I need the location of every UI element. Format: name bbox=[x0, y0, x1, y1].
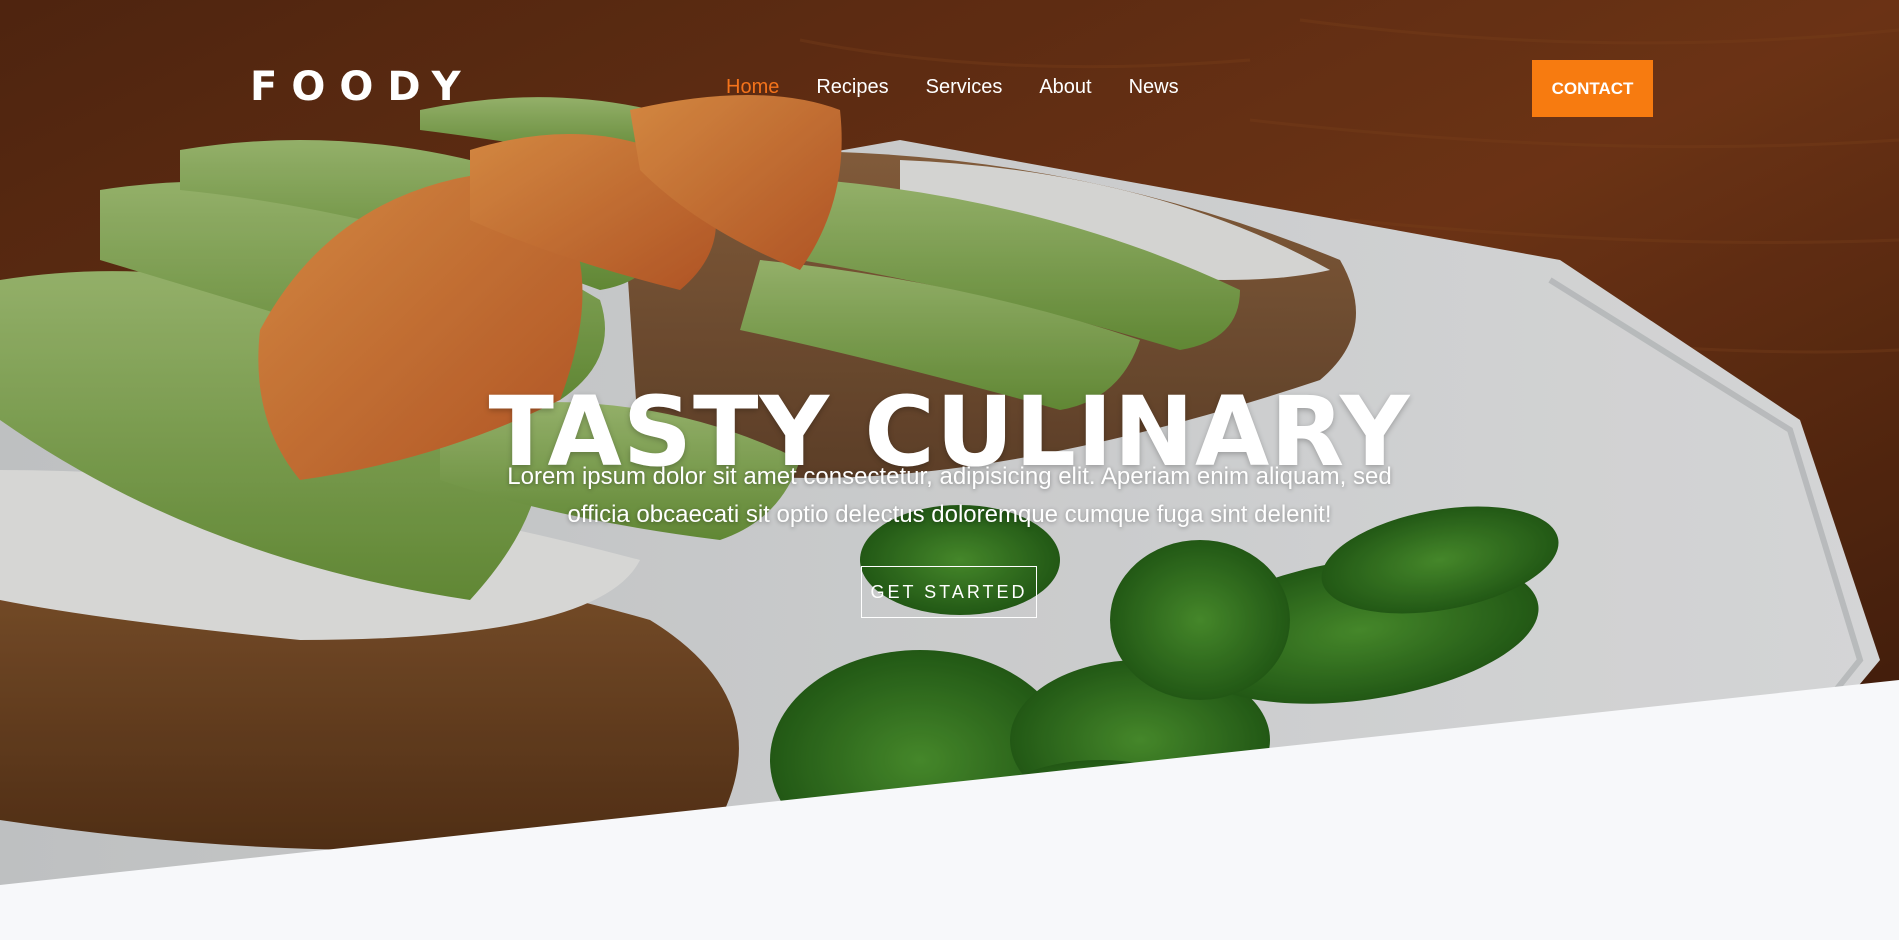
nav-item-home[interactable]: Home bbox=[726, 76, 779, 99]
contact-button[interactable]: CONTACT bbox=[1532, 60, 1653, 117]
nav-item-about[interactable]: About bbox=[1039, 76, 1091, 99]
top-navigation: FOODY Home Recipes Services About News C… bbox=[0, 0, 1899, 180]
nav-item-recipes[interactable]: Recipes bbox=[816, 76, 888, 99]
hero-angled-bottom bbox=[0, 680, 1899, 940]
main-menu: Home Recipes Services About News bbox=[726, 76, 1179, 99]
hero-section: FOODY Home Recipes Services About News C… bbox=[0, 0, 1899, 940]
hero-subtitle: Lorem ipsum dolor sit amet consectetur, … bbox=[507, 463, 1392, 528]
nav-item-news[interactable]: News bbox=[1129, 76, 1179, 99]
nav-item-services[interactable]: Services bbox=[926, 76, 1003, 99]
brand-logo[interactable]: FOODY bbox=[250, 64, 475, 110]
get-started-button[interactable]: GET STARTED bbox=[861, 566, 1037, 618]
